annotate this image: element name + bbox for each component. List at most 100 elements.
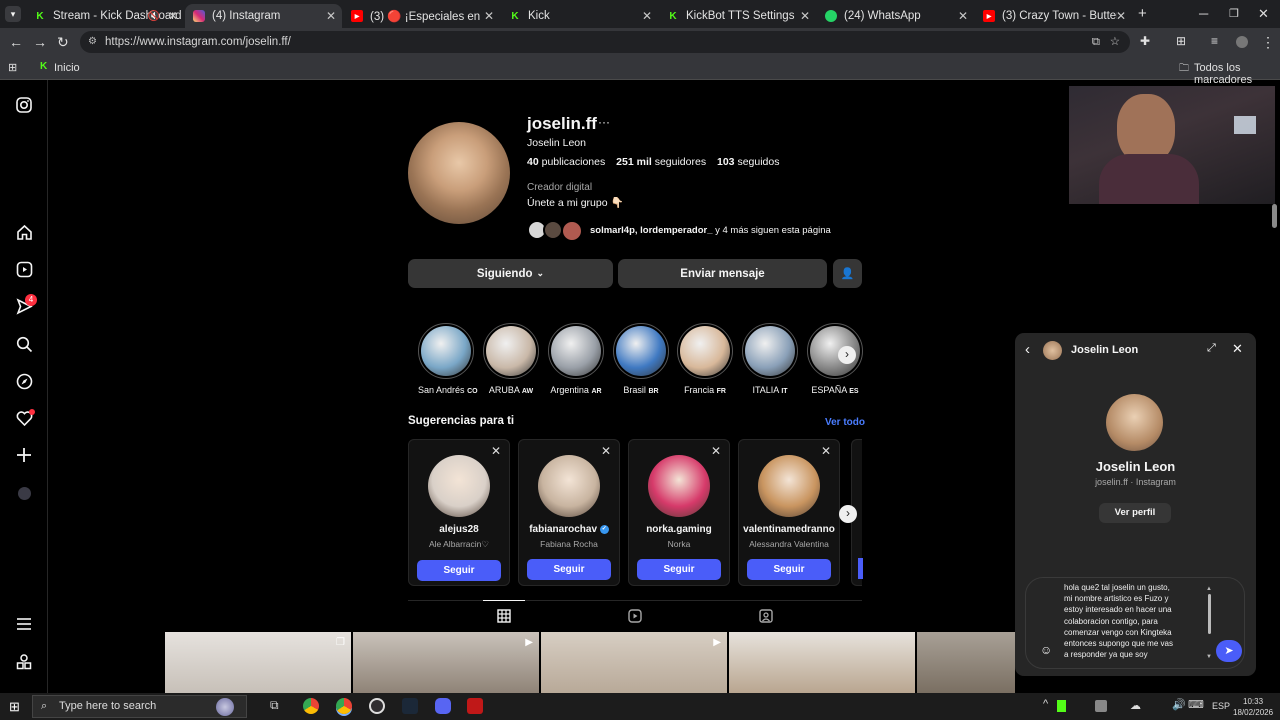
suggestion-username[interactable]: valentinamedranno [743,524,835,535]
dismiss-suggestion-icon[interactable]: ✕ [821,444,831,458]
suggestion-username[interactable]: norka.gaming [646,524,712,535]
following-count[interactable]: 103 [717,156,735,168]
reels-icon[interactable] [15,260,33,278]
suggestion-username-row[interactable]: valentinamedranno [739,524,839,535]
followed-by-text[interactable]: solmarl4p, lordemperador_ y 4 más siguen… [590,225,831,236]
followed-by-names[interactable]: solmarl4p, lordemperador_ [590,225,712,236]
following-button[interactable]: Siguiendo ⌄ [408,259,613,288]
following-label[interactable]: seguidos [737,156,779,168]
chat-close-icon[interactable]: ✕ [1232,341,1243,357]
follow-button[interactable]: Seguir [637,559,721,580]
browser-menu-icon[interactable]: ⋮ [1261,34,1275,51]
volume-icon[interactable]: 🔊 [1172,698,1186,711]
see-all-link[interactable]: Ver todo [825,417,865,428]
tab-close-icon[interactable]: ✕ [642,9,652,23]
windows-start-icon[interactable]: ⊞ [9,699,20,715]
suggestion-username-row[interactable]: fabianarochav ✓ [519,524,619,535]
media-control-icon[interactable]: ≡ [1211,34,1218,48]
follow-button-partial[interactable] [858,558,863,579]
app-icon[interactable] [467,698,483,714]
profile-avatar[interactable] [408,122,510,224]
message-draft-text[interactable]: hola que2 tal joselin un gusto, mi nombr… [1064,582,1199,666]
home-icon[interactable] [15,223,33,241]
tray-icon[interactable] [1095,700,1107,712]
chrome-icon[interactable] [303,698,319,714]
chat-header-name[interactable]: Joselin Leon [1071,344,1138,356]
own-profile-avatar-icon[interactable] [15,484,33,502]
keyboard-icon[interactable]: ⌨ [1188,698,1204,711]
tab-close-icon[interactable]: ✕ [168,9,178,23]
suggestion-card[interactable]: ✕ alejus28 Ale Albarracin♡ Seguir [408,439,510,586]
composer-scrollbar[interactable] [1208,594,1211,634]
tray-green-icon[interactable] [1057,700,1066,712]
clock[interactable]: 10:33 18/02/2026 [1233,696,1273,718]
suggestions-next-arrow-icon[interactable]: › [839,505,857,523]
highlight-item[interactable]: ITALIA IT [742,323,798,395]
scroll-down-icon[interactable]: ▼ [1206,654,1212,660]
tab-2[interactable]: ▶ (3) 🔴 ¡Especiales en P3L1GR0 ✕ [343,4,500,28]
profile-options-icon[interactable]: ··· [598,115,610,129]
post-thumbnail[interactable]: ▶ [353,632,539,693]
suggestion-username-row[interactable]: norka.gaming [629,524,729,535]
profile-avatar-icon[interactable] [1236,36,1248,48]
muted-icon[interactable]: 🔇 [148,11,160,22]
network-icon[interactable]: ☁ [1130,699,1141,712]
highlight-item[interactable]: Argentina AR [548,323,604,395]
obs-icon[interactable] [369,698,385,714]
explore-icon[interactable] [15,372,33,390]
follow-button[interactable]: Seguir [747,559,831,580]
new-tab-plus-icon[interactable]: + [1138,5,1147,22]
view-profile-button[interactable]: Ver perfil [1099,503,1171,523]
steam-icon[interactable] [402,698,418,714]
chat-back-icon[interactable]: ‹ [1025,341,1030,358]
tagged-tab-icon[interactable] [759,609,773,628]
highlight-item[interactable]: Brasil BR [613,323,669,395]
suggestion-avatar[interactable] [428,455,490,517]
follow-button[interactable]: Seguir [527,559,611,580]
bookmark-inicio[interactable]: Inicio [54,62,80,74]
tab-close-icon[interactable]: ✕ [958,9,968,23]
tab-close-icon[interactable]: ✕ [800,9,810,23]
url-bar[interactable]: ⚙ https://www.instagram.com/joselin.ff/ … [80,31,1130,53]
task-view-icon[interactable]: ⧉ [270,698,279,713]
highlight-item[interactable]: San Andrés CO [418,323,478,395]
post-thumbnail[interactable]: ❐ [165,632,351,693]
suggestion-card[interactable]: ✕ valentinamedranno Alessandra Valentina Se… [738,439,840,586]
message-composer[interactable]: ☺ hola que2 tal joselin un gusto, mi nom… [1025,577,1245,669]
suggest-people-button[interactable]: 👤 [833,259,862,288]
follow-button[interactable]: Seguir [417,560,501,581]
more-menu-icon[interactable] [15,615,33,633]
site-info-icon[interactable]: ⚙ [88,31,97,53]
suggestion-avatar[interactable] [538,455,600,517]
show-hidden-icons[interactable]: ^ [1043,698,1048,710]
mutual-followers-avatars[interactable] [527,220,587,242]
search-icon[interactable] [15,335,33,353]
highlights-next-arrow-icon[interactable]: › [838,346,856,364]
reels-tab-icon[interactable] [628,609,642,628]
send-arrow-icon[interactable]: ➤ [1216,640,1242,662]
suggestion-avatar[interactable] [648,455,710,517]
post-thumbnail[interactable]: ▶ [541,632,727,693]
tab-4[interactable]: K KickBot TTS Settings ✕ [659,4,816,28]
tab-search-icon[interactable]: ⊞ [1176,34,1186,48]
minimize-icon[interactable]: ─ [1199,6,1208,21]
extensions-icon[interactable]: ✚ [1140,34,1150,48]
taskbar-search-box[interactable]: ⌕ Type here to search [32,695,247,718]
tab-3[interactable]: K Kick ✕ [501,4,658,28]
suggestion-username-row[interactable]: alejus28 [409,524,509,535]
dismiss-suggestion-icon[interactable]: ✕ [601,444,611,458]
bookmark-star-icon[interactable]: ☆ [1110,31,1120,53]
reload-icon[interactable]: ↻ [57,34,69,51]
expand-icon[interactable]: ⤢ [1207,342,1216,355]
highlight-item[interactable]: ARUBA AW [483,323,539,395]
post-thumbnail[interactable] [729,632,915,693]
tab-close-icon[interactable]: ✕ [326,9,336,23]
dismiss-suggestion-icon[interactable]: ✕ [711,444,721,458]
apps-grid-icon[interactable]: ⊞ [8,61,17,74]
scroll-up-icon[interactable]: ▲ [1206,586,1212,592]
post-thumbnail[interactable] [917,632,1015,693]
restore-icon[interactable]: ❐ [1229,7,1239,20]
posts-grid-tab-icon[interactable] [497,609,511,628]
chrome-active-icon[interactable] [336,698,352,714]
tab-close-icon[interactable]: ✕ [484,9,494,23]
